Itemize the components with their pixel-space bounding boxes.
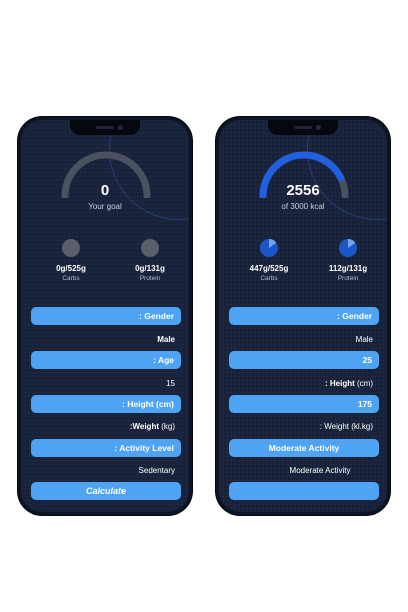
- macro-carbs: 447g/525g Carbs: [234, 239, 304, 282]
- protein-label: Protein: [139, 275, 161, 282]
- age-field[interactable]: : Age: [31, 351, 181, 369]
- carbs-value: 447g/525g: [249, 264, 289, 273]
- height-label-text: : Height: [325, 379, 355, 388]
- gender-field[interactable]: : Gender: [31, 307, 181, 325]
- screen-right: 2556 of 3000 kcal 447g/525g Carbs 112g/1…: [219, 120, 387, 512]
- height-field[interactable]: : Height (cm): [31, 395, 181, 413]
- calculate-button[interactable]: Calculate: [31, 482, 181, 500]
- calculate-button[interactable]: [229, 482, 379, 500]
- weight-label: :Weight (kg): [31, 421, 181, 433]
- phone-notch: [70, 120, 140, 135]
- carbs-pie-icon: [260, 239, 278, 257]
- gender-field[interactable]: : Gender: [229, 307, 379, 325]
- weight-label: : Weight (kl.kg): [319, 422, 373, 431]
- protein-pie-icon: [339, 239, 357, 257]
- age-value: 15: [166, 379, 175, 388]
- activity-level-field[interactable]: : Activity Level: [31, 439, 181, 457]
- phone-right: 2556 of 3000 kcal 447g/525g Carbs 112g/1…: [216, 117, 390, 515]
- height-label: : Height (cm): [229, 378, 379, 390]
- calorie-value: 2556: [286, 182, 320, 199]
- carbs-label: Carbs: [62, 275, 80, 282]
- carbs-value: 0g/525g: [56, 264, 86, 273]
- carbs-label: Carbs: [260, 275, 278, 282]
- screen-left: 0 Your goal 0g/525g Carbs 0g/131g Protei…: [21, 120, 189, 512]
- carbs-pie-icon: [62, 239, 80, 257]
- weight-unit: (kg): [159, 422, 175, 431]
- macro-carbs: 0g/525g Carbs: [36, 239, 106, 282]
- phone-left: 0 Your goal 0g/525g Carbs 0g/131g Protei…: [18, 117, 192, 515]
- calorie-caption: Your goal: [88, 202, 122, 211]
- protein-value: 0g/131g: [135, 264, 165, 273]
- macro-protein: 0g/131g Protein: [115, 239, 185, 282]
- calorie-value: 0: [100, 182, 110, 199]
- gender-value: Male: [355, 335, 373, 344]
- protein-label: Protein: [337, 275, 359, 282]
- calorie-caption: of 3000 kcal: [281, 202, 325, 211]
- height-unit: (cm): [354, 379, 373, 388]
- age-field[interactable]: 25: [229, 351, 379, 369]
- gender-value: Male: [157, 335, 175, 344]
- macro-protein: 112g/131g Protein: [313, 239, 383, 282]
- protein-value: 112g/131g: [328, 264, 368, 273]
- phone-notch: [268, 120, 338, 135]
- activity-value: Moderate Activity: [289, 466, 351, 475]
- activity-level-button[interactable]: Moderate Activity: [229, 439, 379, 457]
- height-field[interactable]: 175: [229, 395, 379, 413]
- protein-pie-icon: [141, 239, 159, 257]
- weight-label-text: :Weight: [129, 422, 159, 431]
- activity-value: Sedentary: [138, 466, 175, 475]
